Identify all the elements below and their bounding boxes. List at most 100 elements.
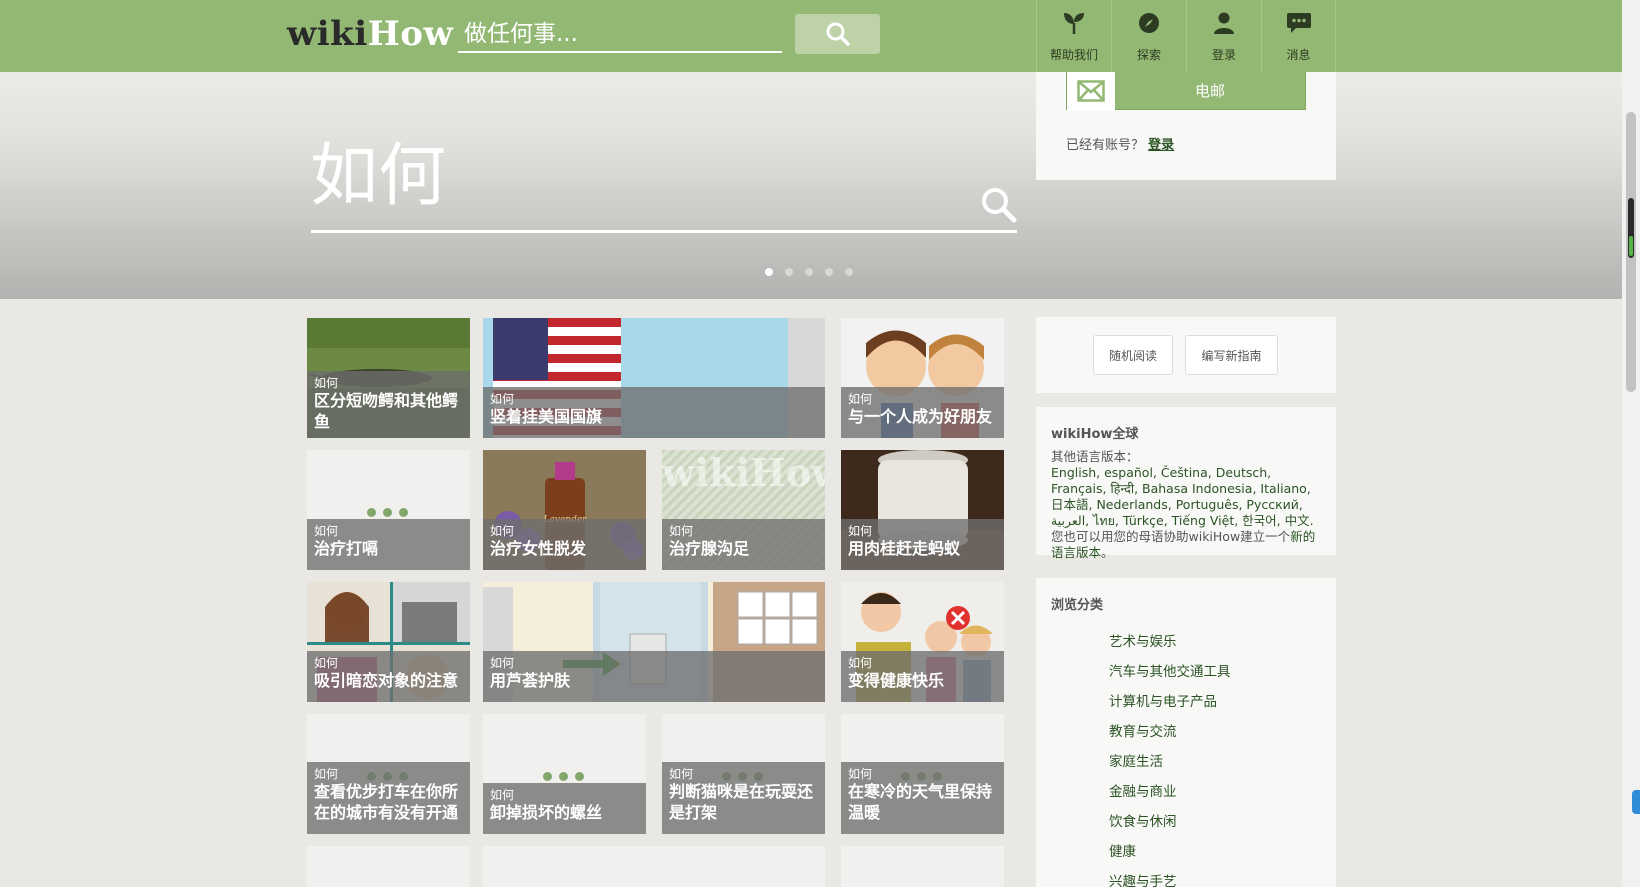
article-caption: 如何 用肉桂赶走蚂蚁: [841, 519, 1004, 570]
article-tile[interactable]: 如何 治疗打嗝: [307, 450, 470, 570]
chat-bubble-icon: [1286, 10, 1312, 36]
carousel-dot[interactable]: [805, 268, 813, 276]
nav-messages[interactable]: 消息: [1261, 0, 1336, 72]
wikihow-global-card: wikiHow全球 其他语言版本： English, español, Češt…: [1036, 407, 1336, 560]
article-caption: 如何 变得健康快乐: [841, 651, 1004, 702]
article-tile[interactable]: Lavender 如何治疗女性脱发: [483, 450, 646, 570]
carousel-dots: [765, 268, 853, 276]
article-title: 区分短吻鳄和其他鳄鱼: [314, 391, 459, 431]
carousel-dot[interactable]: [825, 268, 833, 276]
article-title: 卸掉损坏的螺丝: [490, 803, 603, 822]
article-prefix: 如何: [669, 767, 694, 781]
top-header-bar: wikiHow 帮助我们 探索 登录 消息: [0, 0, 1622, 72]
search-button[interactable]: [795, 14, 880, 54]
article-prefix: 如何: [669, 524, 694, 538]
compass-icon: [1136, 10, 1162, 36]
help-text-end: 。: [1101, 545, 1114, 560]
login-card: 电邮 已经有账号？ 登录: [1036, 70, 1336, 180]
article-tile[interactable]: 如何 竖着挂美国国旗: [483, 318, 825, 438]
article-title: 与一个人成为好朋友: [848, 407, 993, 426]
side-widget-tab[interactable]: [1632, 790, 1640, 814]
hero-title: 如何: [310, 137, 447, 216]
article-title: 治疗打嗝: [314, 539, 379, 558]
write-article-button[interactable]: 编写新指南: [1185, 335, 1278, 375]
login-link[interactable]: 登录: [1148, 138, 1174, 153]
article-caption: 如何 卸掉损坏的螺丝: [483, 783, 646, 834]
nav-explore-label: 探索: [1136, 48, 1161, 62]
article-title: 在寒冷的天气里保持温暖: [848, 782, 993, 822]
article-prefix: 如何: [314, 524, 339, 538]
article-tile[interactable]: 如何 变得健康快乐: [841, 582, 1004, 702]
article-tile[interactable]: 如何 卸掉损坏的螺丝: [483, 714, 646, 834]
article-caption: 如何 吸引暗恋对象的注意: [307, 651, 470, 702]
article-caption: 如何 在寒冷的天气里保持温暖: [841, 762, 1004, 834]
article-caption: 如何 判断猫咪是在玩耍还是打架: [662, 762, 825, 834]
article-prefix: 如何: [848, 656, 873, 670]
article-title: 竖着挂美国国旗: [490, 407, 603, 426]
hero-search-icon[interactable]: [979, 185, 1019, 225]
search-input[interactable]: [458, 16, 782, 53]
article-tile[interactable]: 如何 在寒冷的天气里保持温暖: [841, 714, 1004, 834]
article-tile[interactable]: 如何 查看优步打车在你所在的城市有没有开通: [307, 714, 470, 834]
category-link[interactable]: 兴趣与手艺: [1109, 870, 1177, 887]
article-prefix: 如何: [848, 767, 873, 781]
category-link[interactable]: 艺术与娱乐: [1109, 630, 1177, 650]
carousel-dot[interactable]: [765, 268, 773, 276]
category-link[interactable]: 教育与交流: [1109, 720, 1177, 740]
wikihow-watermark: wikiHow: [662, 450, 825, 495]
email-signup-button[interactable]: 电邮: [1066, 70, 1306, 111]
email-label: 电邮: [1194, 82, 1225, 100]
article-tile[interactable]: 如何 用肉桂赶走蚂蚁: [841, 450, 1004, 570]
article-tile[interactable]: 如何 判断猫咪是在玩耍还是打架: [662, 714, 825, 834]
article-tile-placeholder[interactable]: [483, 846, 825, 887]
nav-help-us-label: 帮助我们: [1049, 48, 1098, 62]
article-title: 治疗女性脱发: [490, 539, 587, 558]
nav-login-label: 登录: [1211, 48, 1236, 62]
carousel-dot[interactable]: [845, 268, 853, 276]
article-prefix: 如何: [490, 656, 515, 670]
global-title: wikiHow全球: [1051, 427, 1139, 442]
logo-part-how: How: [367, 14, 454, 54]
article-prefix: 如何: [314, 767, 339, 781]
article-tile[interactable]: wikiHow 如何治疗腺沟足: [662, 450, 825, 570]
article-title: 变得健康快乐: [848, 671, 945, 690]
article-caption: 如何 用芦荟护肤: [483, 651, 825, 702]
article-caption: 如何 治疗腺沟足: [662, 519, 825, 570]
article-title: 用肉桂赶走蚂蚁: [848, 539, 961, 558]
article-tile-placeholder[interactable]: [307, 846, 470, 887]
article-tile-placeholder[interactable]: [841, 846, 1004, 887]
article-tile[interactable]: 如何 用芦荟护肤: [483, 582, 825, 702]
have-account-text: 已经有账号？: [1066, 138, 1145, 153]
search-icon: [826, 22, 850, 46]
category-link[interactable]: 金融与商业: [1109, 780, 1177, 800]
have-account-line: 已经有账号？ 登录: [1066, 134, 1174, 153]
category-link[interactable]: 家庭生活: [1109, 750, 1163, 770]
carousel-dot[interactable]: [785, 268, 793, 276]
loading-dots: [543, 772, 584, 781]
nav-explore[interactable]: 探索: [1111, 0, 1186, 72]
article-prefix: 如何: [314, 376, 339, 390]
article-tile[interactable]: 如何 与一个人成为好朋友: [841, 318, 1004, 438]
article-caption: 如何 区分短吻鳄和其他鳄鱼: [307, 371, 470, 438]
article-prefix: 如何: [490, 392, 515, 406]
logo-part-wiki: wiki: [287, 14, 368, 54]
random-article-button[interactable]: 随机阅读: [1093, 335, 1173, 375]
article-prefix: 如何: [490, 788, 515, 802]
nav-login[interactable]: 登录: [1186, 0, 1261, 72]
article-prefix: 如何: [848, 524, 873, 538]
hero-banner: 如何: [0, 72, 1622, 299]
category-link[interactable]: 汽车与其他交通工具: [1109, 660, 1231, 680]
article-title: 查看优步打车在你所在的城市有没有开通: [314, 782, 459, 822]
article-caption: 如何 治疗打嗝: [307, 519, 470, 570]
category-link[interactable]: 饮食与休闲: [1109, 810, 1177, 830]
language-list: English, español, Čeština, Deutsch, Fran…: [1051, 465, 1323, 561]
article-title: 用芦荟护肤: [490, 671, 571, 690]
nav-help-us[interactable]: 帮助我们: [1036, 0, 1111, 72]
hero-search-underline[interactable]: [311, 230, 1017, 233]
wikihow-logo[interactable]: wikiHow: [287, 14, 453, 54]
language-links[interactable]: English, español, Čeština, Deutsch, Fran…: [1051, 465, 1314, 528]
article-tile[interactable]: 如何 区分短吻鳄和其他鳄鱼: [307, 318, 470, 438]
article-tile[interactable]: 如何 吸引暗恋对象的注意: [307, 582, 470, 702]
category-link[interactable]: 计算机与电子产品: [1109, 690, 1217, 710]
category-link[interactable]: 健康: [1109, 840, 1136, 860]
